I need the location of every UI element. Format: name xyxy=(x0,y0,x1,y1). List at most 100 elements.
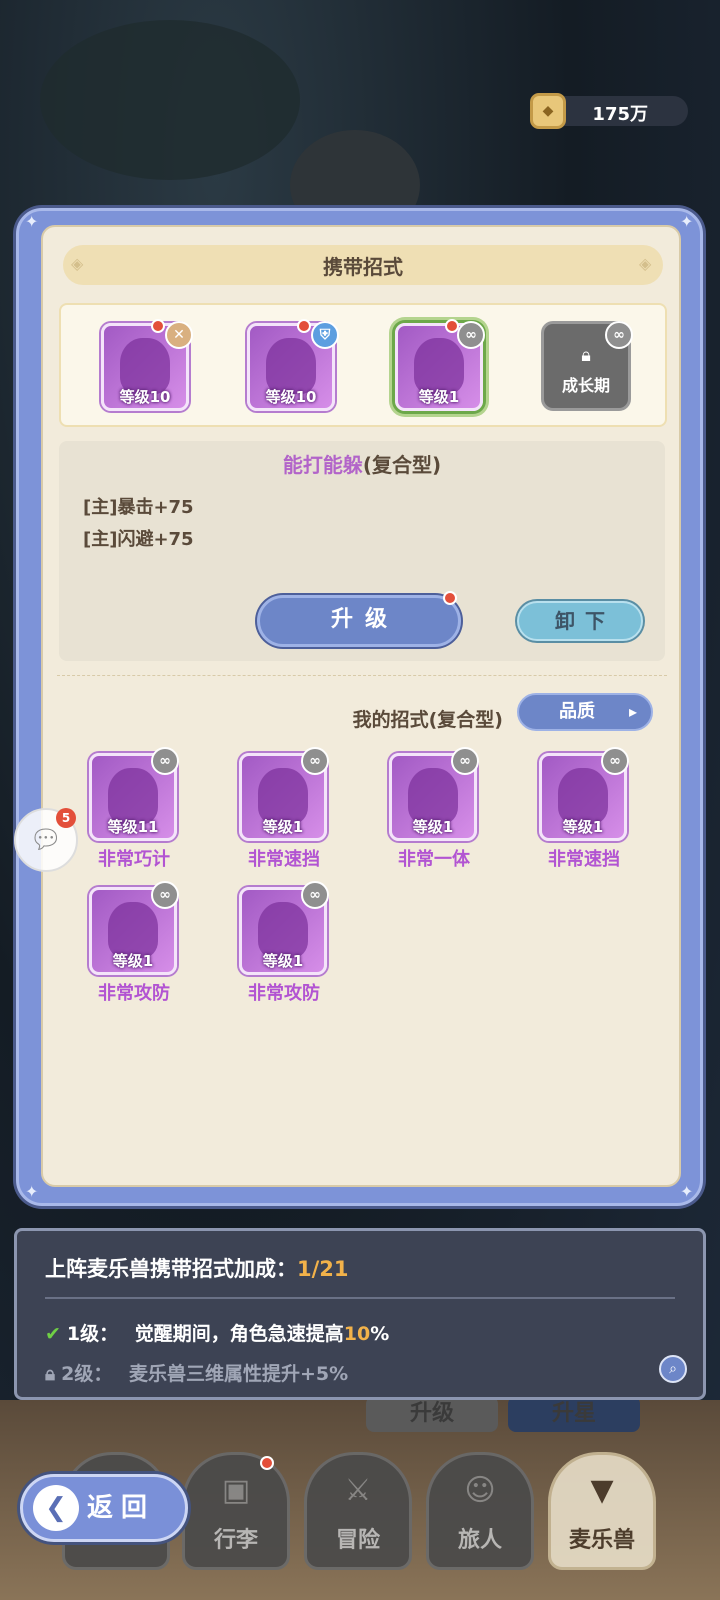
crossed-swords-icon: ⚔ xyxy=(344,1473,372,1508)
bonus-text-suffix: % xyxy=(370,1323,390,1345)
bonus-text: 麦乐兽三维属性提升+5% xyxy=(128,1363,349,1385)
diamond-icon: ◈ xyxy=(639,254,652,273)
skill-card[interactable]: 等级1 ∞ 非常速挡 xyxy=(219,747,349,870)
link-icon: ∞ xyxy=(151,747,179,775)
bonus-progress: 1/21 xyxy=(297,1257,349,1281)
skill-level: 等级1 xyxy=(412,818,454,836)
notification-dot xyxy=(151,319,165,333)
stat-line: [主]暴击+75 xyxy=(83,497,194,518)
skill-type: (复合型) xyxy=(362,453,442,477)
quality-filter-label: 品质 xyxy=(559,701,595,722)
bonus-level-label: 2级： xyxy=(61,1363,113,1385)
corner-ornament: ✦ xyxy=(680,212,694,231)
divider xyxy=(57,675,667,677)
skill-card[interactable]: 等级1 ∞ 非常一体 xyxy=(369,747,499,870)
check-icon: ✔ xyxy=(45,1323,61,1345)
link-icon: ∞ xyxy=(301,881,329,909)
zoom-icon[interactable]: ⌕ xyxy=(659,1355,687,1383)
link-icon: ∞ xyxy=(451,747,479,775)
x-icon[interactable]: ✕ xyxy=(165,321,193,349)
skill-level: 等级1 xyxy=(262,818,304,836)
bonus-level-2: 🔒︎ 2级： 麦乐兽三维属性提升+5% xyxy=(45,1359,348,1386)
nav-label: 冒险 xyxy=(335,1528,380,1553)
stat-line: [主]闪避+75 xyxy=(83,529,194,550)
currency-amount: 175万 xyxy=(592,104,648,125)
diamond-icon: ◈ xyxy=(71,254,84,273)
skill-card-name: 非常巧计 xyxy=(98,849,170,870)
nav-item-pet[interactable]: ▼ 麦乐兽 xyxy=(548,1452,656,1570)
back-label: 返回 xyxy=(87,1493,156,1523)
shield-icon: ⛨ xyxy=(311,321,339,349)
link-icon: ∞ xyxy=(301,747,329,775)
panel-title-text: 携带招式 xyxy=(323,254,403,279)
skill-detail: 能打能躲(复合型) [主]暴击+75 [主]闪避+75 升级 卸下 xyxy=(59,441,665,661)
skill-level: 等级1 xyxy=(262,952,304,970)
link-icon: ∞ xyxy=(457,321,485,349)
link-icon: ∞ xyxy=(601,747,629,775)
tab-star-behind: 升星 xyxy=(508,1396,640,1432)
skill-card-name: 非常攻防 xyxy=(248,983,320,1004)
notification-dot xyxy=(260,1456,274,1470)
link-icon: ∞ xyxy=(605,321,633,349)
skill-level: 等级1 xyxy=(562,818,604,836)
carried-skills-row: 等级10 ✕ 等级10 ⛨ 等级1 ∞ 🔒︎ 成长期 ∞ xyxy=(59,303,667,427)
bonus-text: 觉醒期间，角色急速提高 xyxy=(134,1323,344,1345)
person-icon: ☺ xyxy=(464,1473,496,1508)
chest-icon: ▣ xyxy=(221,1473,251,1508)
lock-icon: 🔒︎ xyxy=(45,1363,56,1385)
skill-card[interactable]: 等级11 ∞ 非常巧计 xyxy=(69,747,199,870)
coin-icon: ◆ xyxy=(530,93,566,129)
fox-icon: ▼ xyxy=(590,1473,614,1508)
my-skills-title: 我的招式(复合型) xyxy=(352,709,503,731)
nav-item-luggage[interactable]: ▣ 行李 xyxy=(182,1452,290,1570)
skill-card[interactable]: 等级1 ∞ 非常攻防 xyxy=(69,881,199,1004)
lock-icon: 🔒︎ xyxy=(581,344,591,366)
bonus-panel: 上阵麦乐兽携带招式加成：1/21 ✔ 1级： 觉醒期间，角色急速提高10% 🔒︎ 2… xyxy=(14,1228,706,1400)
bonus-highlight: 10 xyxy=(343,1323,371,1345)
skill-card-name: 非常速挡 xyxy=(248,849,320,870)
panel-title: ◈ 携带招式 ◈ xyxy=(63,245,663,285)
back-arrow-icon: ❮ xyxy=(33,1485,79,1531)
skill-card-name: 非常一体 xyxy=(398,849,470,870)
locked-label: 成长期 xyxy=(561,375,610,395)
upgrade-button[interactable]: 升级 xyxy=(257,595,461,647)
skill-level: 等级1 xyxy=(418,388,460,406)
background-foliage xyxy=(40,20,300,180)
bonus-level-label: 1级： xyxy=(66,1323,119,1345)
bonus-level-1: ✔ 1级： 觉醒期间，角色急速提高10% xyxy=(45,1319,389,1346)
corner-ornament: ✦ xyxy=(680,1182,694,1201)
panel-content: ◈ 携带招式 ◈ 等级10 ✕ 等级10 ⛨ 等级1 ∞ 🔒︎ 成长期 ∞ 能打… xyxy=(41,225,681,1187)
skill-level: 等级10 xyxy=(265,388,317,406)
skill-card-name: 非常速挡 xyxy=(548,849,620,870)
unequip-button[interactable]: 卸下 xyxy=(517,601,643,641)
tab-upgrade-behind: 升级 xyxy=(366,1396,498,1432)
notification-dot xyxy=(443,591,457,605)
nav-item-adventure[interactable]: ⚔ 冒险 xyxy=(304,1452,412,1570)
skill-card[interactable]: 等级1 ∞ 非常速挡 xyxy=(519,747,649,870)
notification-dot xyxy=(297,319,311,333)
back-button[interactable]: ❮ 返回 xyxy=(20,1474,188,1542)
corner-ornament: ✦ xyxy=(25,212,39,231)
nav-item-traveler[interactable]: ☺ 旅人 xyxy=(426,1452,534,1570)
chat-unread-count: 5 xyxy=(56,808,76,828)
skill-name: 能打能躲 xyxy=(282,453,363,477)
chat-icon: 💬︎ xyxy=(29,825,63,855)
skill-panel: ✦ ✦ ✦ ✦ ◈ 携带招式 ◈ 等级10 ✕ 等级10 ⛨ 等级1 ∞ 🔒︎ … xyxy=(16,208,703,1206)
bonus-title: 上阵麦乐兽携带招式加成：1/21 xyxy=(45,1253,349,1283)
nav-label: 行李 xyxy=(213,1528,258,1553)
quality-filter-button[interactable]: 品质 ▸ xyxy=(517,693,653,731)
link-icon: ∞ xyxy=(151,881,179,909)
skill-card[interactable]: 等级1 ∞ 非常攻防 xyxy=(219,881,349,1004)
skill-level: 等级1 xyxy=(112,952,154,970)
skill-card-name: 非常攻防 xyxy=(98,983,170,1004)
skill-detail-title: 能打能躲(复合型) xyxy=(59,449,665,478)
divider xyxy=(45,1297,675,1299)
currency-display: ◆ 175万 xyxy=(530,93,688,129)
caret-right-icon: ▸ xyxy=(628,702,637,721)
nav-label: 麦乐兽 xyxy=(568,1528,635,1553)
bonus-title-text: 上阵麦乐兽携带招式加成： xyxy=(45,1257,297,1281)
skill-level: 等级10 xyxy=(119,388,171,406)
nav-label: 旅人 xyxy=(457,1528,502,1553)
skill-level: 等级11 xyxy=(107,818,159,836)
corner-ornament: ✦ xyxy=(25,1182,39,1201)
